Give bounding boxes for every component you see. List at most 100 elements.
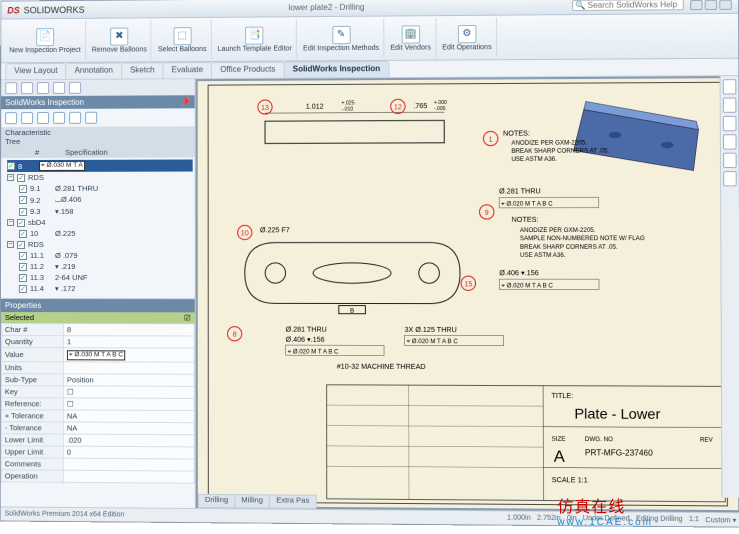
rt-icon-1[interactable] bbox=[723, 79, 737, 94]
checkbox-icon[interactable]: ✓ bbox=[17, 174, 25, 182]
svg-text:PRT-MFG-237460: PRT-MFG-237460 bbox=[585, 448, 654, 458]
tree-node-8[interactable]: ✓8⌖ Ø.030 M T A bbox=[7, 159, 193, 172]
svg-text:#10-32 MACHINE THREAD: #10-32 MACHINE THREAD bbox=[337, 363, 426, 370]
characteristic-tree[interactable]: ✓8⌖ Ø.030 M T A −✓RDS ✓9.1Ø.281 THRU ✓9.… bbox=[1, 157, 195, 298]
ribbon-operations[interactable]: ⚙Edit Operations bbox=[438, 18, 497, 58]
prop-value: Value⌖ Ø.030 M T A B C bbox=[1, 348, 194, 363]
svg-text:USE ASTM A36.: USE ASTM A36. bbox=[511, 157, 557, 163]
svg-text:Plate - Lower: Plate - Lower bbox=[574, 405, 660, 422]
help-search[interactable]: 🔍 bbox=[572, 0, 684, 11]
ribbon-select-balloons[interactable]: ⬚Select Balloons bbox=[154, 20, 212, 59]
properties-panel: Properties Selected☑ Char #8 Quantity1 V… bbox=[1, 298, 195, 484]
svg-text:SIZE: SIZE bbox=[552, 437, 566, 443]
svg-text:NOTES:: NOTES: bbox=[503, 130, 530, 137]
tool-icon-2[interactable] bbox=[21, 112, 33, 124]
tree-node-9-1[interactable]: ✓9.1Ø.281 THRU bbox=[19, 183, 193, 194]
collapse-icon[interactable]: − bbox=[7, 174, 14, 181]
svg-text:NOTES:: NOTES: bbox=[512, 217, 539, 224]
fm-tab-2[interactable] bbox=[21, 82, 33, 94]
tree-group-rds2[interactable]: −✓RDS bbox=[7, 239, 193, 250]
checkbox-icon[interactable]: ✓ bbox=[19, 229, 27, 237]
tree-node-11-4[interactable]: ✓11.4▾ .172 bbox=[19, 283, 193, 294]
checkbox-icon[interactable]: ✓ bbox=[19, 274, 27, 282]
doc-tab-milling[interactable]: Milling bbox=[234, 494, 270, 508]
document-tabs: Drilling Milling Extra Pas bbox=[198, 494, 316, 509]
prop-minus-tol: - ToleranceNA bbox=[1, 422, 194, 435]
tab-evaluate[interactable]: Evaluate bbox=[163, 62, 213, 78]
checkbox-icon[interactable]: ☑ bbox=[184, 313, 191, 322]
tree-group-sbd4[interactable]: −✓sbD4 bbox=[7, 217, 193, 228]
tab-solidworks-inspection[interactable]: SolidWorks Inspection bbox=[284, 61, 390, 78]
fm-tab-5[interactable] bbox=[69, 82, 81, 94]
tool-icon-1[interactable] bbox=[5, 112, 17, 124]
ribbon-inspection-methods[interactable]: ✎Edit Inspection Methods bbox=[299, 19, 384, 59]
close-button[interactable] bbox=[719, 0, 732, 9]
checkbox-icon[interactable]: ✓ bbox=[19, 184, 27, 192]
rt-icon-5[interactable] bbox=[723, 153, 737, 168]
doc-tab-extra[interactable]: Extra Pas bbox=[269, 494, 316, 509]
svg-text:⌖ Ø.020 M T A B C: ⌖ Ø.020 M T A B C bbox=[501, 283, 553, 289]
rt-icon-4[interactable] bbox=[723, 134, 737, 149]
tree-node-10[interactable]: ✓10Ø.225 bbox=[19, 228, 193, 239]
ribbon-toolbar: 📄New Inspection Project ✖Remove Balloons… bbox=[1, 14, 738, 63]
prop-reference: Reference:☐ bbox=[1, 398, 194, 411]
app-shell: DS SOLIDWORKS lower plate2 - Drilling 🔍 … bbox=[0, 0, 739, 528]
checkbox-icon[interactable]: ✓ bbox=[19, 251, 27, 259]
tree-node-11-3[interactable]: ✓11.32-64 UNF bbox=[19, 272, 193, 283]
tab-annotation[interactable]: Annotation bbox=[66, 63, 122, 79]
ribbon-new-project[interactable]: 📄New Inspection Project bbox=[5, 21, 86, 60]
checkbox-icon[interactable]: ✓ bbox=[7, 162, 15, 170]
doc-tab-drilling[interactable]: Drilling bbox=[198, 494, 235, 508]
collapse-icon[interactable]: − bbox=[7, 241, 14, 248]
panel-title: SolidWorks Inspection📌 bbox=[1, 95, 194, 109]
ribbon-template-editor[interactable]: 📑Launch Template Editor bbox=[214, 19, 297, 59]
prop-key: Key☐ bbox=[1, 386, 194, 399]
tool-icon-4[interactable] bbox=[53, 112, 65, 124]
fm-tab-3[interactable] bbox=[37, 82, 49, 94]
checkbox-icon[interactable]: ✓ bbox=[19, 207, 27, 215]
checkbox-icon[interactable]: ✓ bbox=[19, 263, 27, 271]
ribbon-vendors[interactable]: 🏢Edit Vendors bbox=[386, 18, 436, 58]
maximize-button[interactable] bbox=[705, 0, 718, 10]
tree-node-11-2[interactable]: ✓11.2▾ .219 bbox=[19, 261, 193, 272]
checkbox-icon[interactable]: ✓ bbox=[17, 240, 25, 248]
tool-icon-5[interactable] bbox=[69, 112, 81, 124]
checkbox-icon[interactable]: ✓ bbox=[17, 218, 25, 226]
svg-text:.765: .765 bbox=[413, 103, 427, 110]
tool-icon-6[interactable] bbox=[85, 112, 97, 124]
rt-icon-2[interactable] bbox=[723, 97, 737, 112]
fm-tab-4[interactable] bbox=[53, 82, 65, 94]
tab-view-layout[interactable]: View Layout bbox=[5, 63, 66, 79]
tree-node-9-3[interactable]: ✓9.3▾.158 bbox=[19, 206, 193, 217]
tree-node-11-1[interactable]: ✓11.1Ø .079 bbox=[19, 250, 193, 261]
file-icon: 📄 bbox=[36, 28, 54, 46]
drawing-area[interactable]: 13 12 1.012 +.025 -.010 .765 +.000 -.005… bbox=[196, 76, 739, 512]
ribbon-remove-balloons[interactable]: ✖Remove Balloons bbox=[88, 20, 152, 59]
svg-text:1.012: 1.012 bbox=[306, 104, 324, 111]
svg-text:Ø.281 THRU: Ø.281 THRU bbox=[286, 327, 327, 334]
prop-subtype: Sub-TypePosition bbox=[1, 374, 194, 387]
help-search-input[interactable] bbox=[587, 0, 680, 10]
tree-group-rds1[interactable]: −✓RDS bbox=[7, 172, 193, 184]
tree-columns: #Specification bbox=[1, 146, 195, 158]
panel-pin-icon[interactable]: 📌 bbox=[181, 97, 191, 106]
tool-icon-3[interactable] bbox=[37, 112, 49, 124]
tab-office-products[interactable]: Office Products bbox=[211, 62, 284, 79]
tab-sketch[interactable]: Sketch bbox=[121, 62, 164, 78]
checkbox-icon[interactable]: ✓ bbox=[19, 196, 27, 204]
properties-table: Char #8 Quantity1 Value⌖ Ø.030 M T A B C… bbox=[1, 323, 195, 484]
minimize-button[interactable] bbox=[690, 0, 703, 10]
rt-icon-6[interactable] bbox=[723, 171, 737, 186]
status-units[interactable]: Custom ▾ bbox=[705, 516, 736, 524]
svg-text:⌖ Ø.020 M T A B C: ⌖ Ø.020 M T A B C bbox=[407, 339, 459, 345]
fm-tab-1[interactable] bbox=[5, 82, 17, 94]
svg-text:USE ASTM A36.: USE ASTM A36. bbox=[520, 253, 566, 259]
tree-node-9-2[interactable]: ✓9.2⌴Ø.406 bbox=[19, 194, 193, 206]
collapse-icon[interactable]: − bbox=[7, 219, 14, 226]
edit-icon: ✎ bbox=[332, 25, 350, 43]
footer-edition: SolidWorks Premium 2014 x64 Edition bbox=[5, 510, 125, 518]
svg-text:DWG. NO: DWG. NO bbox=[585, 437, 613, 443]
template-icon: 📑 bbox=[246, 26, 264, 44]
rt-icon-3[interactable] bbox=[723, 116, 737, 131]
checkbox-icon[interactable]: ✓ bbox=[19, 285, 27, 293]
